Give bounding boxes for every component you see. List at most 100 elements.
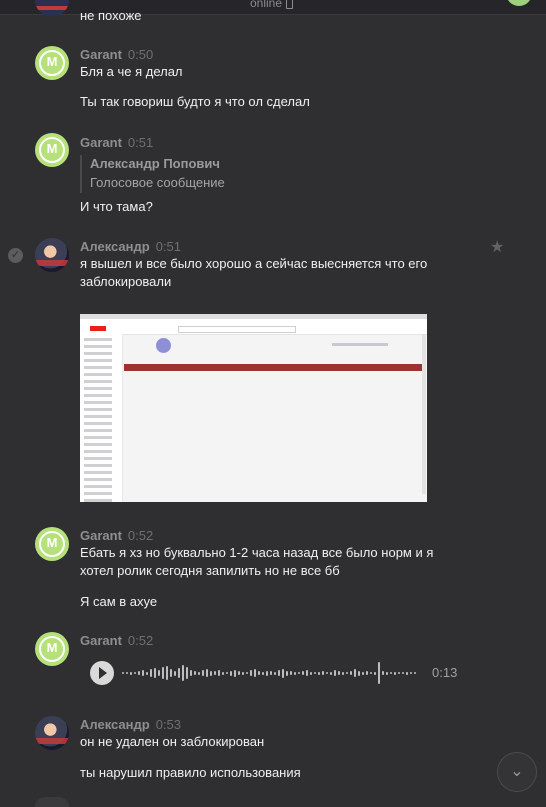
message-author[interactable]: Garant 0:50 <box>80 47 153 62</box>
waveform-bar <box>414 672 416 674</box>
message-time: 0:52 <box>127 633 154 648</box>
waveform-bar <box>334 670 336 676</box>
waveform-bar <box>378 662 380 684</box>
waveform-bar <box>258 671 260 675</box>
waveform-bar <box>290 671 292 675</box>
waveform-bar <box>210 670 212 676</box>
waveform-bar <box>246 672 248 674</box>
avatar[interactable]: M <box>35 527 69 561</box>
message-author[interactable]: Александр 0:53 <box>80 717 181 732</box>
waveform-bar <box>214 671 216 675</box>
waveform-bar <box>374 671 376 675</box>
message-text: Бля а че я делал <box>80 64 183 79</box>
waveform-bar <box>194 671 196 675</box>
message-text: Ебать я хз но буквально 1-2 часа назад в… <box>80 545 434 560</box>
waveform-bar <box>150 669 152 677</box>
waveform-bar <box>318 671 320 675</box>
waveform-bar <box>298 672 300 674</box>
waveform-bar <box>362 671 364 675</box>
reply-quote[interactable]: Александр Попович Голосовое сообщение <box>80 155 225 193</box>
waveform-bar <box>266 670 268 676</box>
header-avatar[interactable] <box>506 0 532 6</box>
waveform-bar <box>394 671 396 675</box>
waveform-bar <box>174 670 176 676</box>
waveform-bar <box>162 667 164 679</box>
waveform-bar <box>222 671 224 675</box>
play-icon[interactable] <box>90 661 114 685</box>
message-time: 0:51 <box>127 135 154 150</box>
reply-author: Александр Попович <box>90 156 220 171</box>
waveform[interactable] <box>122 660 422 686</box>
message-author[interactable]: Garant 0:52 <box>80 633 153 648</box>
waveform-bar <box>358 670 360 676</box>
avatar[interactable] <box>35 716 69 750</box>
check-circle-icon[interactable]: ✓ <box>8 248 23 263</box>
waveform-bar <box>270 671 272 675</box>
waveform-bar <box>250 670 252 676</box>
waveform-bar <box>206 669 208 677</box>
waveform-bar <box>354 669 356 677</box>
waveform-bar <box>186 667 188 679</box>
waveform-bar <box>254 669 256 677</box>
waveform-bar <box>190 670 192 676</box>
waveform-bar <box>158 670 160 676</box>
waveform-bar <box>166 666 168 680</box>
avatar[interactable]: M <box>35 133 69 167</box>
waveform-bar <box>142 670 144 676</box>
waveform-bar <box>226 672 228 674</box>
waveform-bar <box>310 671 312 675</box>
message-text: Ты так говориш будто я что ол сделал <box>80 94 310 109</box>
waveform-bar <box>350 671 352 675</box>
chevron-down-icon[interactable]: ⌄ <box>497 752 537 792</box>
waveform-bar <box>274 671 276 675</box>
reply-text: Голосовое сообщение <box>90 175 225 190</box>
waveform-bar <box>182 665 184 681</box>
avatar[interactable]: M <box>35 632 69 666</box>
waveform-bar <box>230 670 232 676</box>
waveform-bar <box>218 670 220 676</box>
waveform-bar <box>126 672 128 674</box>
voice-message: 0:13 <box>80 660 460 686</box>
waveform-bar <box>326 672 328 674</box>
waveform-bar <box>366 671 368 675</box>
avatar[interactable] <box>35 238 69 272</box>
waveform-bar <box>294 671 296 675</box>
message-text: не похоже <box>80 8 142 23</box>
waveform-bar <box>154 668 156 678</box>
waveform-bar <box>282 668 284 678</box>
avatar[interactable] <box>35 797 69 807</box>
message-text: он не удален он заблокирован <box>80 734 265 749</box>
waveform-bar <box>386 671 388 675</box>
star-icon[interactable]: ★ <box>490 237 504 257</box>
message-time: 0:53 <box>155 717 182 732</box>
waveform-bar <box>370 672 372 674</box>
waveform-bar <box>178 668 180 678</box>
waveform-bar <box>314 672 316 674</box>
waveform-bar <box>338 671 340 675</box>
waveform-bar <box>306 670 308 676</box>
message-text: Я сам в ахуе <box>80 594 158 609</box>
waveform-bar <box>122 672 124 674</box>
avatar[interactable]: M <box>35 46 69 80</box>
waveform-bar <box>402 672 404 674</box>
message-text: хотел ролик сегодня запилить но не все б… <box>80 563 340 578</box>
waveform-bar <box>302 671 304 675</box>
waveform-bar <box>242 671 244 675</box>
attached-screenshot[interactable] <box>80 314 427 502</box>
message-time: 0:51 <box>155 239 182 254</box>
waveform-bar <box>262 671 264 675</box>
waveform-bar <box>146 671 148 675</box>
message-author[interactable]: Garant 0:51 <box>80 135 153 150</box>
waveform-bar <box>198 671 200 675</box>
message-text: И что тама? <box>80 199 153 214</box>
waveform-bar <box>398 672 400 674</box>
waveform-bar <box>406 671 408 675</box>
waveform-bar <box>346 672 348 674</box>
message-author[interactable]: Garant 0:52 <box>80 528 153 543</box>
waveform-bar <box>238 671 240 675</box>
message-author[interactable]: Александр 0:51 <box>80 239 181 254</box>
waveform-bar <box>330 671 332 675</box>
message-time: 0:52 <box>127 528 154 543</box>
waveform-bar <box>382 671 384 675</box>
waveform-bar <box>410 672 412 674</box>
